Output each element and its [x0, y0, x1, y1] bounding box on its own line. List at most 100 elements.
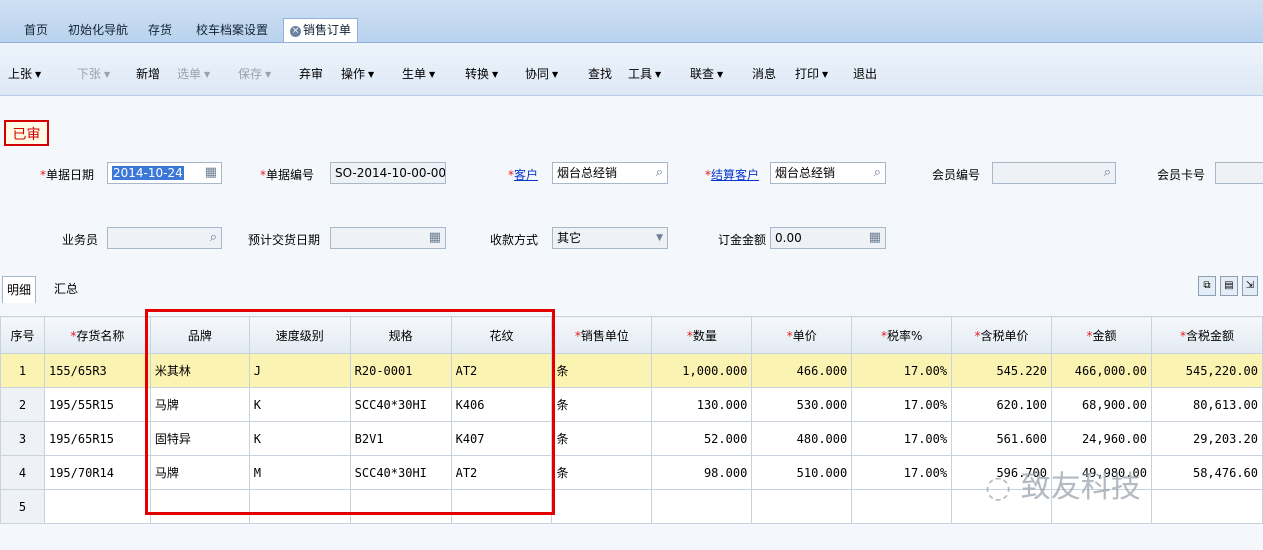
chevron-down-icon[interactable]: ▼ — [656, 228, 663, 248]
deposit-field[interactable]: 0.00 ▦ — [770, 227, 886, 249]
table-cell[interactable]: 68,900.00 — [1051, 387, 1152, 422]
toolbar-button-14[interactable]: 打印 ▼ — [795, 65, 828, 82]
table-cell[interactable]: 29,203.20 — [1150, 421, 1263, 456]
settle-customer-label[interactable]: *结算客户 — [705, 166, 759, 183]
column-header[interactable]: *金额 — [1051, 316, 1152, 354]
table-cell[interactable]: 条 — [551, 353, 653, 388]
docno-field[interactable]: SO-2014-10-00-00... — [330, 162, 446, 184]
toolbar-button-0[interactable]: 上张 ▼ — [8, 65, 41, 82]
table-cell[interactable]: K — [248, 421, 351, 456]
search-icon[interactable]: ⌕ — [210, 228, 217, 248]
tab-0[interactable]: 首页 — [18, 20, 54, 40]
table-cell[interactable]: R20-0001 — [349, 353, 452, 388]
payment-method-select[interactable]: 其它 ▼ — [552, 227, 668, 249]
table-cell[interactable]: 195/55R15 — [43, 387, 151, 422]
toolbar-button-12[interactable]: 联查 ▼ — [690, 65, 723, 82]
table-cell[interactable]: 52.000 — [651, 421, 753, 456]
column-header[interactable]: *含税单价 — [951, 316, 1053, 354]
table-cell[interactable]: SCC40*30HI — [349, 455, 452, 490]
table-cell[interactable]: 2 — [0, 387, 45, 422]
calendar-icon[interactable]: ▦ — [205, 163, 217, 183]
table-cell[interactable]: 80,613.00 — [1150, 387, 1263, 422]
table-cell[interactable]: 545,220.00 — [1150, 353, 1263, 388]
table-cell[interactable]: 条 — [551, 455, 653, 490]
toolbar-button-5[interactable]: 弃审 — [299, 65, 323, 82]
column-header[interactable]: *销售单位 — [551, 316, 653, 354]
table-cell[interactable]: 马牌 — [149, 387, 250, 422]
table-cell[interactable] — [751, 489, 853, 524]
toolbar-button-11[interactable]: 工具 ▼ — [628, 65, 661, 82]
table-cell[interactable]: 条 — [551, 421, 653, 456]
table-cell[interactable]: 5 — [0, 489, 45, 524]
table-cell[interactable]: K406 — [450, 387, 553, 422]
toolbar-button-9[interactable]: 协同 ▼ — [525, 65, 558, 82]
table-cell[interactable]: 固特异 — [149, 421, 250, 456]
search-icon[interactable]: ⌕ — [656, 163, 663, 183]
column-header[interactable]: 速度级别 — [248, 316, 351, 354]
column-header[interactable]: 花纹 — [450, 316, 553, 354]
table-cell[interactable]: 1 — [0, 353, 45, 388]
customer-label[interactable]: *客户 — [508, 166, 538, 183]
toolbar-button-6[interactable]: 操作 ▼ — [341, 65, 374, 82]
toolbar-button-2[interactable]: 新增 — [136, 65, 160, 82]
export-icon[interactable]: ⇲ — [1242, 276, 1258, 296]
table-cell[interactable]: B2V1 — [349, 421, 452, 456]
delivery-date-field[interactable]: ▦ — [330, 227, 446, 249]
tab-4[interactable]: × 销售订单 — [283, 18, 359, 42]
table-cell[interactable]: 130.000 — [651, 387, 753, 422]
tab-2[interactable]: 存货 — [142, 20, 178, 40]
table-cell[interactable]: 1,000.000 — [651, 353, 753, 388]
table-cell[interactable]: 195/70R14 — [43, 455, 151, 490]
table-cell[interactable] — [43, 489, 151, 524]
table-cell[interactable] — [149, 489, 250, 524]
column-header[interactable]: *含税金额 — [1150, 316, 1263, 354]
table-cell[interactable]: 马牌 — [149, 455, 250, 490]
table-cell[interactable]: 米其林 — [149, 353, 250, 388]
toolbar-button-15[interactable]: 退出 — [853, 65, 877, 82]
table-cell[interactable]: 24,960.00 — [1051, 421, 1152, 456]
subtab-0[interactable]: 明细 — [2, 276, 37, 303]
settle-customer-field[interactable]: 烟台总经销 ⌕ — [770, 162, 886, 184]
table-cell[interactable] — [349, 489, 452, 524]
table-row[interactable]: 3 195/65R15 固特异 K B2V1 K407 条 52.000 480.000 17.0… — [0, 421, 1263, 456]
table-cell[interactable]: 561.600 — [951, 421, 1053, 456]
table-cell[interactable] — [450, 489, 553, 524]
table-cell[interactable] — [651, 489, 753, 524]
search-icon[interactable]: ⌕ — [874, 163, 881, 183]
table-cell[interactable]: 98.000 — [651, 455, 753, 490]
salesman-field[interactable]: ⌕ — [107, 227, 222, 249]
toolbar-button-4[interactable]: 保存 ▼ — [238, 65, 271, 82]
column-header[interactable]: *数量 — [651, 316, 753, 354]
paste-row-icon[interactable]: ▤ — [1220, 276, 1238, 296]
table-cell[interactable]: 58,476.60 — [1150, 455, 1263, 490]
table-cell[interactable]: 510.000 — [751, 455, 853, 490]
table-cell[interactable]: AT2 — [450, 455, 553, 490]
table-cell[interactable]: SCC40*30HI — [349, 387, 452, 422]
table-cell[interactable]: 195/65R15 — [43, 421, 151, 456]
column-header[interactable]: *税率% — [851, 316, 953, 354]
table-cell[interactable]: 155/65R3 — [43, 353, 151, 388]
table-cell[interactable] — [851, 489, 953, 524]
table-cell[interactable]: K — [248, 387, 351, 422]
table-cell[interactable]: 条 — [551, 387, 653, 422]
date-field[interactable]: 2014-10-24 ▦ — [107, 162, 222, 184]
close-tab-icon[interactable]: × — [290, 26, 301, 37]
table-cell[interactable]: 466.000 — [751, 353, 853, 388]
table-cell[interactable] — [248, 489, 351, 524]
table-cell[interactable]: 620.100 — [951, 387, 1053, 422]
column-header[interactable]: 序号 — [0, 316, 45, 354]
column-header[interactable]: *单价 — [751, 316, 853, 354]
calendar-icon[interactable]: ▦ — [429, 228, 441, 248]
table-cell[interactable] — [1150, 489, 1263, 524]
table-cell[interactable]: 17.00% — [851, 353, 953, 388]
table-cell[interactable]: M — [248, 455, 351, 490]
member-card-field[interactable] — [1215, 162, 1263, 184]
tab-1[interactable]: 初始化导航 — [62, 20, 134, 40]
table-row[interactable]: 2 195/55R15 马牌 K SCC40*30HI K406 条 130.000 530.0… — [0, 387, 1263, 422]
toolbar-button-7[interactable]: 生单 ▼ — [402, 65, 435, 82]
toolbar-button-1[interactable]: 下张 ▼ — [77, 65, 110, 82]
table-cell[interactable]: 4 — [0, 455, 45, 490]
table-cell[interactable]: K407 — [450, 421, 553, 456]
table-cell[interactable]: 3 — [0, 421, 45, 456]
toolbar-button-8[interactable]: 转换 ▼ — [465, 65, 498, 82]
